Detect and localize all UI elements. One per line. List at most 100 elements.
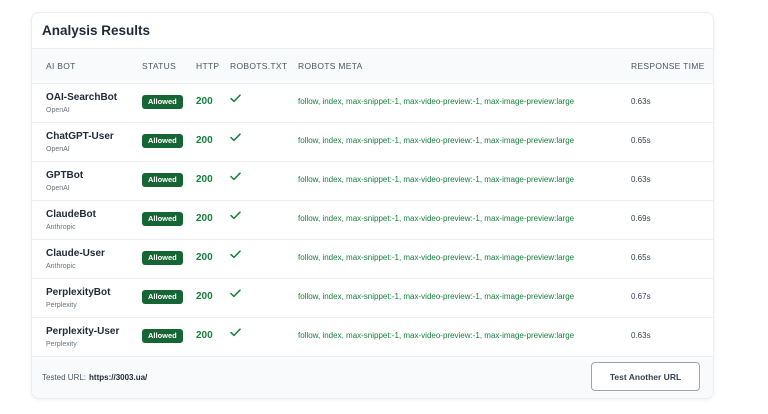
http-cell: 200 (196, 162, 230, 201)
response-time-cell: 0.67s (631, 279, 713, 318)
bot-cell: Claude-User Anthropic (32, 240, 142, 279)
response-time-cell: 0.63s (631, 318, 713, 357)
table-row: GPTBot OpenAI Allowed 200 follow, index,… (32, 162, 713, 201)
http-code: 200 (196, 213, 213, 224)
response-time-value: 0.65s (631, 136, 651, 145)
bot-vendor: Perplexity (46, 340, 77, 348)
tested-url-label: Tested URL: (42, 373, 87, 382)
status-badge: Allowed (142, 173, 183, 187)
card-footer: Tested URL: https://3003.ua/ Test Anothe… (32, 356, 713, 398)
status-badge: Allowed (142, 329, 183, 343)
status-cell: Allowed (142, 279, 196, 318)
status-badge: Allowed (142, 134, 183, 148)
response-time-cell: 0.63s (631, 162, 713, 201)
col-header-robots-txt: ROBOTS.TXT (230, 48, 298, 84)
response-time-value: 0.63s (631, 175, 651, 184)
table-row: Claude-User Anthropic Allowed 200 follow… (32, 240, 713, 279)
robots-meta-value: follow, index, max-snippet:-1, max-video… (298, 97, 575, 106)
robots-meta-cell: follow, index, max-snippet:-1, max-video… (298, 84, 631, 123)
status-cell: Allowed (142, 201, 196, 240)
robots-txt-cell (230, 279, 298, 318)
table-header-row: AI BOT STATUS HTTP ROBOTS.TXT ROBOTS MET… (32, 48, 713, 84)
robots-meta-cell: follow, index, max-snippet:-1, max-video… (298, 279, 631, 318)
bot-vendor: Anthropic (46, 262, 76, 270)
col-header-bot: AI BOT (32, 48, 142, 84)
http-code: 200 (196, 174, 213, 185)
tested-url-value: https://3003.ua/ (89, 373, 148, 382)
table-row: Perplexity-User Perplexity Allowed 200 f… (32, 318, 713, 357)
robots-meta-value: follow, index, max-snippet:-1, max-video… (298, 136, 575, 145)
bot-cell: PerplexityBot Perplexity (32, 279, 142, 318)
test-another-url-button[interactable]: Test Another URL (591, 362, 700, 391)
http-cell: 200 (196, 123, 230, 162)
http-cell: 200 (196, 84, 230, 123)
status-cell: Allowed (142, 240, 196, 279)
bot-vendor: OpenAI (46, 106, 70, 114)
bot-vendor: Perplexity (46, 301, 77, 309)
robots-meta-cell: follow, index, max-snippet:-1, max-video… (298, 123, 631, 162)
http-cell: 200 (196, 201, 230, 240)
robots-meta-value: follow, index, max-snippet:-1, max-video… (298, 331, 575, 340)
bot-cell: GPTBot OpenAI (32, 162, 142, 201)
table-row: ChatGPT-User OpenAI Allowed 200 follow, … (32, 123, 713, 162)
status-cell: Allowed (142, 84, 196, 123)
bot-name: OAI-SearchBot (46, 91, 118, 103)
check-icon (230, 324, 241, 342)
response-time-cell: 0.69s (631, 201, 713, 240)
http-cell: 200 (196, 279, 230, 318)
robots-meta-cell: follow, index, max-snippet:-1, max-video… (298, 318, 631, 357)
response-time-cell: 0.65s (631, 123, 713, 162)
check-icon (230, 246, 241, 264)
robots-txt-cell (230, 240, 298, 279)
check-icon (230, 285, 241, 303)
http-code: 200 (196, 135, 213, 146)
http-code: 200 (196, 252, 213, 263)
bot-vendor: Anthropic (46, 223, 76, 231)
results-table: AI BOT STATUS HTTP ROBOTS.TXT ROBOTS MET… (32, 48, 713, 357)
response-time-value: 0.67s (631, 292, 651, 301)
status-badge: Allowed (142, 95, 183, 109)
robots-meta-cell: follow, index, max-snippet:-1, max-video… (298, 201, 631, 240)
bot-cell: ClaudeBot Anthropic (32, 201, 142, 240)
bot-cell: OAI-SearchBot OpenAI (32, 84, 142, 123)
robots-meta-value: follow, index, max-snippet:-1, max-video… (298, 214, 575, 223)
response-time-value: 0.69s (631, 214, 651, 223)
bot-name: Perplexity-User (46, 325, 120, 337)
robots-txt-cell (230, 318, 298, 357)
bot-vendor: OpenAI (46, 145, 70, 153)
bot-vendor: OpenAI (46, 184, 70, 192)
http-code: 200 (196, 330, 213, 341)
col-header-robots-meta: ROBOTS META (298, 48, 631, 84)
robots-txt-cell (230, 162, 298, 201)
card-title: Analysis Results (42, 23, 151, 38)
status-cell: Allowed (142, 123, 196, 162)
bot-name: ChatGPT-User (46, 130, 114, 142)
check-icon (230, 207, 241, 225)
col-header-status: STATUS (142, 48, 196, 84)
bot-cell: Perplexity-User Perplexity (32, 318, 142, 357)
bot-name: Claude-User (46, 247, 105, 259)
tested-url-line: Tested URL: https://3003.ua/ (42, 357, 147, 398)
check-icon (230, 129, 241, 147)
status-badge: Allowed (142, 251, 183, 265)
bot-name: GPTBot (46, 169, 84, 181)
response-time-value: 0.63s (631, 97, 651, 106)
bot-cell: ChatGPT-User OpenAI (32, 123, 142, 162)
check-icon (230, 90, 241, 108)
robots-txt-cell (230, 84, 298, 123)
table-row: ClaudeBot Anthropic Allowed 200 follow, … (32, 201, 713, 240)
analysis-results-card: Analysis Results AI BOT STATUS HTTP ROBO… (31, 12, 714, 399)
bot-name: ClaudeBot (46, 208, 96, 220)
status-cell: Allowed (142, 318, 196, 357)
table-body: OAI-SearchBot OpenAI Allowed 200 follow,… (32, 84, 713, 357)
response-time-cell: 0.65s (631, 240, 713, 279)
robots-meta-value: follow, index, max-snippet:-1, max-video… (298, 253, 575, 262)
response-time-value: 0.65s (631, 253, 651, 262)
col-header-http: HTTP (196, 48, 230, 84)
robots-meta-value: follow, index, max-snippet:-1, max-video… (298, 175, 575, 184)
robots-meta-value: follow, index, max-snippet:-1, max-video… (298, 292, 575, 301)
bot-name: PerplexityBot (46, 286, 111, 298)
robots-meta-cell: follow, index, max-snippet:-1, max-video… (298, 240, 631, 279)
table-row: OAI-SearchBot OpenAI Allowed 200 follow,… (32, 84, 713, 123)
table-row: PerplexityBot Perplexity Allowed 200 fol… (32, 279, 713, 318)
